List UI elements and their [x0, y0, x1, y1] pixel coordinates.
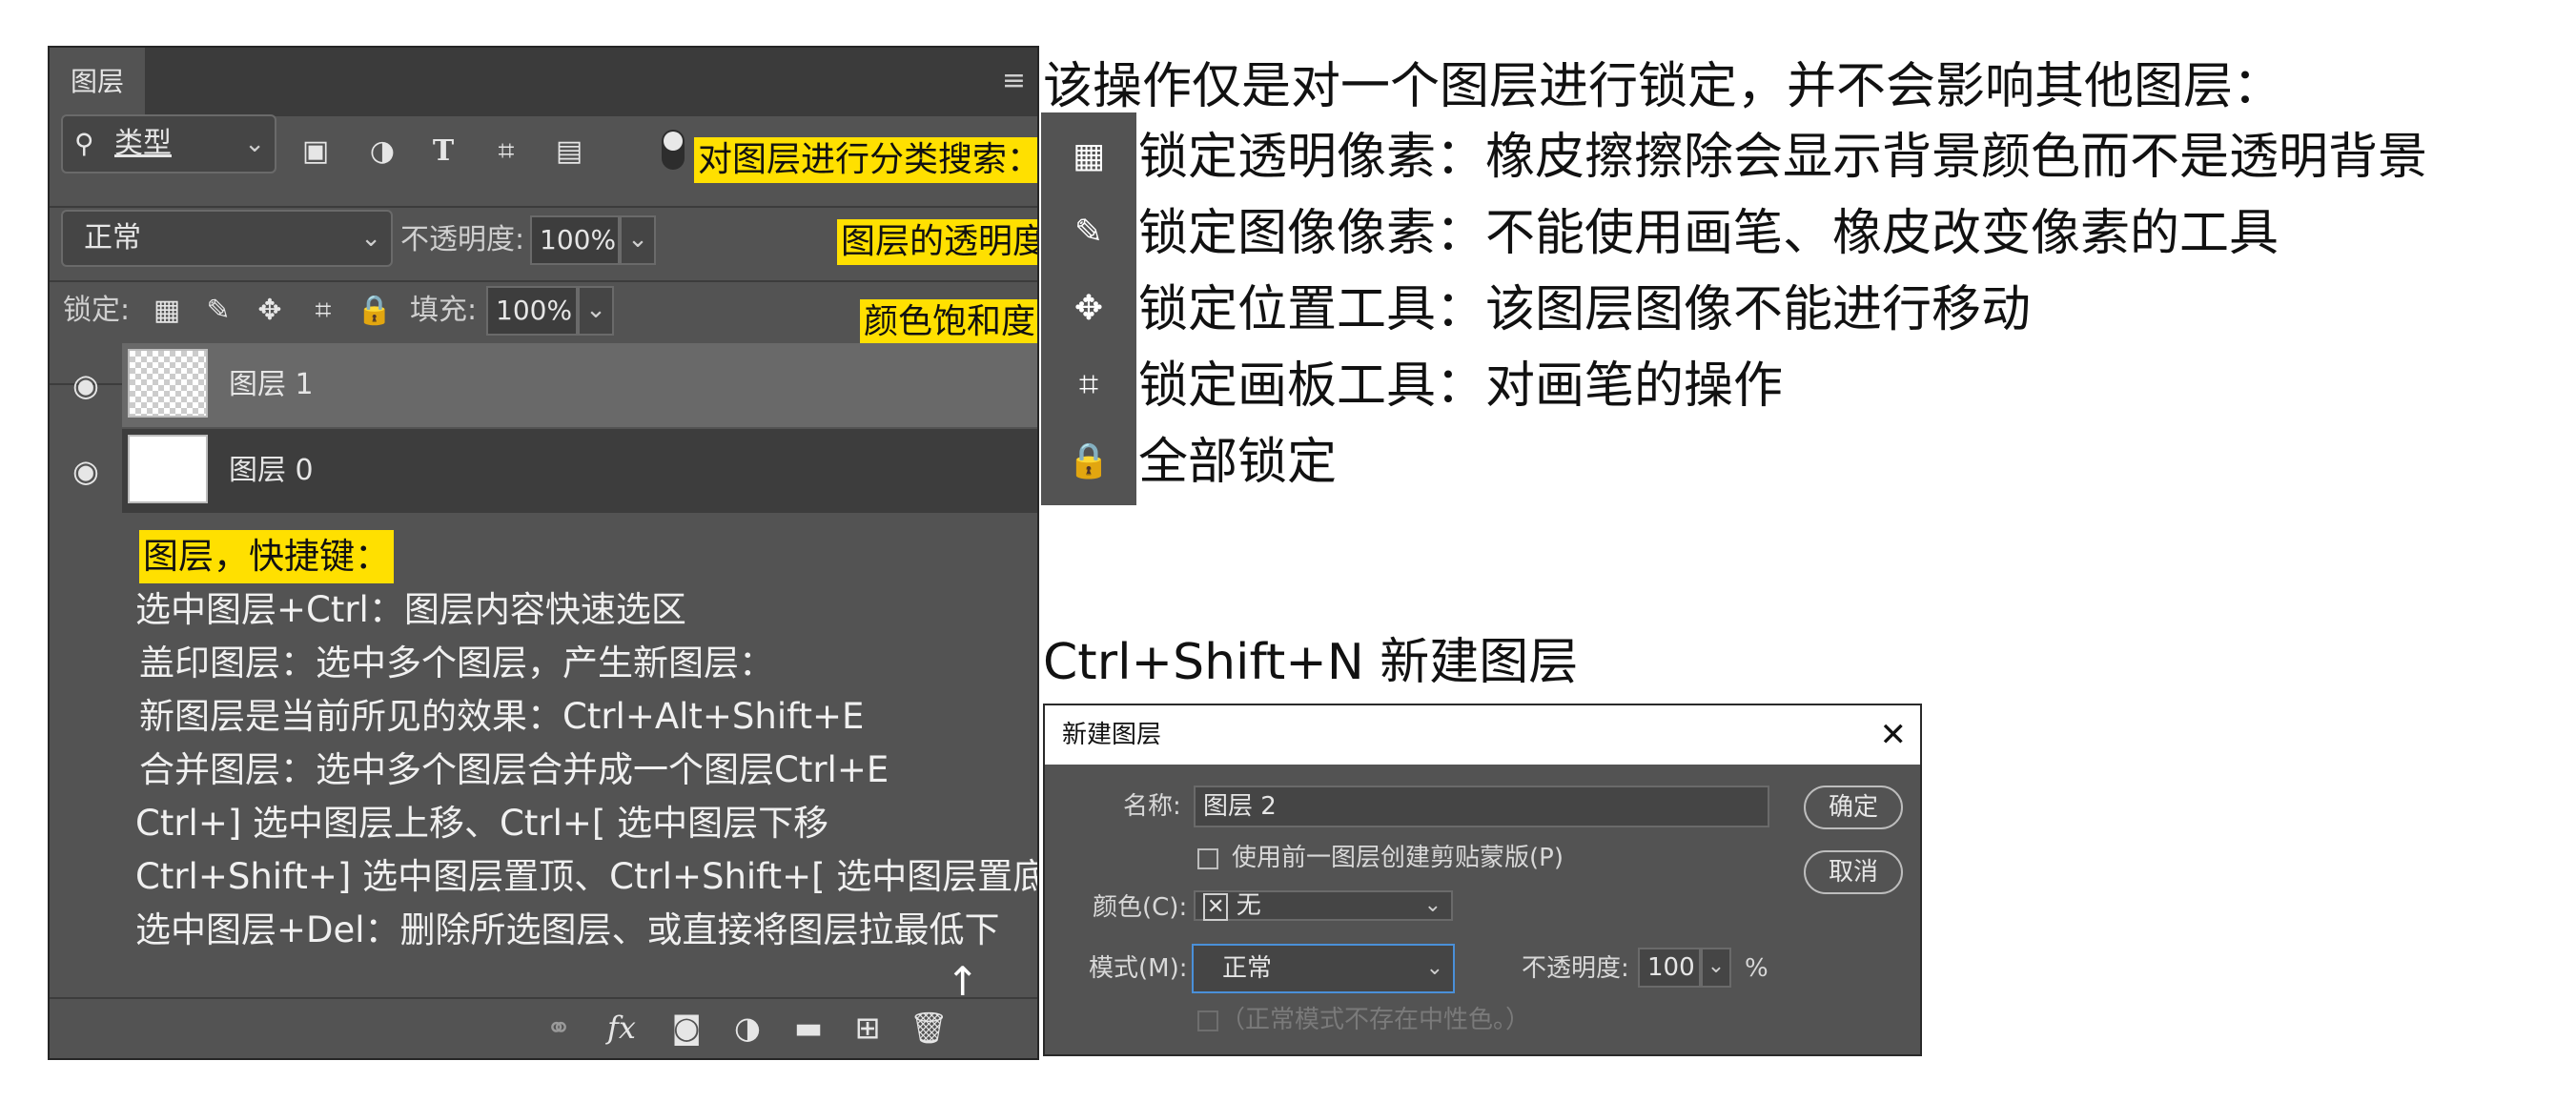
kind-filter-dropdown[interactable]: ⚲ 类型 ⌄	[61, 114, 276, 173]
dialog-opacity-input[interactable]: 100	[1638, 948, 1701, 988]
fill-input[interactable]: 100%	[486, 286, 578, 336]
clipping-mask-checkbox[interactable]	[1197, 848, 1218, 869]
close-icon[interactable]: ✕	[1880, 705, 1908, 765]
mode-dropdown[interactable]: 正常 ⌄	[1192, 944, 1455, 993]
layer-name: 图层 1	[229, 368, 314, 401]
panel-bottom-bar: ⚭ fx ◙ ◑ ▬ ⊞ 🗑	[50, 997, 1037, 1058]
note-line: 选中图层+Del：删除所选图层、或直接将图层拉最低下	[135, 909, 1000, 950]
adjustment-filter-icon[interactable]: ◑	[366, 135, 399, 168]
lock-description: 锁定图像像素：不能使用画笔、橡皮改变像素的工具	[1138, 205, 2280, 262]
trash-icon[interactable]: 🗑	[910, 1009, 949, 1047]
eye-icon[interactable]: ◉	[50, 343, 122, 427]
lock-icon: 🔒	[1067, 441, 1111, 480]
fill-callout: 颜色饱和度	[860, 299, 1037, 345]
cancel-button[interactable]: 取消	[1804, 850, 1903, 894]
dialog-title: 新建图层	[1062, 721, 1162, 749]
opacity-dropdown-button[interactable]: ⌄	[620, 215, 656, 265]
filter-toggle-switch[interactable]	[662, 130, 685, 170]
lock-all-icon[interactable]: 🔒	[357, 292, 393, 330]
chevron-down-icon: ⌄	[1423, 893, 1441, 917]
mode-label: 模式(M):	[1089, 954, 1188, 983]
note-line: Ctrl+] 选中图层上移、Ctrl+[ 选中图层下移	[135, 803, 829, 844]
new-layer-dialog: 新建图层 ✕ 名称: 图层 2 使用前一图层创建剪贴蒙版(P) 颜色(C): ✕…	[1043, 704, 1922, 1056]
fx-icon[interactable]: fx	[603, 1009, 641, 1047]
smart-object-filter-icon[interactable]: ▤	[553, 135, 585, 168]
lock-description: 锁定画板工具：对画笔的操作	[1138, 357, 1784, 415]
lock-description: 锁定透明像素：橡皮擦擦除会显示背景颜色而不是透明背景	[1138, 129, 2428, 186]
chevron-down-icon: ⌄	[1425, 956, 1443, 980]
search-icon: ⚲	[74, 128, 94, 159]
new-layer-shortcut: Ctrl+Shift+N 新建图层	[1043, 634, 1579, 691]
lock-icon-strip: ▦ ✎ ✥ ⌗ 🔒	[1041, 112, 1136, 505]
kind-filter-callout: 对图层进行分类搜索：	[694, 137, 1037, 183]
note-line: 合并图层：选中多个图层合并成一个图层Ctrl+E	[139, 749, 889, 790]
color-value: 无	[1236, 891, 1261, 920]
neutral-color-label: （正常模式不存在中性色。）	[1220, 1006, 1531, 1034]
ok-button[interactable]: 确定	[1804, 786, 1903, 829]
lock-description: 锁定位置工具：该图层图像不能进行移动	[1138, 281, 2032, 338]
lock-artboard-icon[interactable]: ⌗	[305, 292, 341, 330]
pixel-filter-icon[interactable]: ▣	[299, 135, 332, 168]
lock-description: 全部锁定	[1138, 434, 1338, 491]
checkerboard-icon: ▦	[1072, 136, 1105, 175]
new-layer-icon[interactable]: ⊞	[848, 1009, 887, 1047]
blend-mode-dropdown[interactable]: 正常 ⌄	[61, 210, 393, 267]
link-layers-icon[interactable]: ⚭	[540, 1009, 578, 1047]
artboard-icon: ⌗	[1078, 365, 1099, 404]
layers-panel: 图层 ≡ ⚲ 类型 ⌄ ▣ ◑ T ⌗ ▤ 对图层进行分类搜索： 正常 ⌄ 不透…	[48, 46, 1039, 1060]
panel-menu-icon[interactable]: ≡	[1002, 65, 1026, 97]
add-mask-icon[interactable]: ◙	[667, 1009, 705, 1047]
lock-position-icon[interactable]: ✥	[252, 292, 288, 330]
brush-icon: ✎	[1073, 213, 1104, 252]
chevron-down-icon: ⌄	[360, 224, 381, 253]
type-filter-icon[interactable]: T	[427, 135, 460, 168]
lock-info-heading: 该操作仅是对一个图层进行锁定，并不会影响其他图层：	[1043, 58, 2283, 115]
color-label: 颜色(C):	[1093, 893, 1188, 922]
name-label: 名称:	[1123, 792, 1181, 821]
kind-filter-label: 类型	[114, 127, 172, 160]
fill-dropdown-button[interactable]: ⌄	[578, 286, 614, 336]
no-color-icon: ✕	[1203, 893, 1229, 921]
layer-row[interactable]: ◉ 图层 0	[72, 429, 1037, 513]
note-line: 选中图层+Ctrl：图层内容快速选区	[135, 589, 686, 630]
layer-row[interactable]: ◉ 图层 1	[72, 343, 1037, 427]
adjustment-layer-icon[interactable]: ◑	[728, 1009, 767, 1047]
mode-value: 正常	[1222, 954, 1273, 983]
layer-name: 图层 0	[229, 454, 314, 487]
lock-label: 锁定:	[63, 294, 131, 327]
dialog-opacity-label: 不透明度:	[1522, 954, 1629, 983]
tab-layers[interactable]: 图层	[50, 48, 145, 116]
layer-thumbnail	[128, 349, 208, 418]
shortcut-notes: 图层，快捷键： 选中图层+Ctrl：图层内容快速选区 盖印图层：选中多个图层，产…	[135, 530, 1039, 957]
lock-image-pixels-icon[interactable]: ✎	[200, 292, 236, 330]
opacity-callout: 图层的透明度	[837, 219, 1037, 265]
notes-title: 图层，快捷键：	[139, 530, 394, 583]
opacity-input[interactable]: 100%	[530, 215, 620, 265]
lock-transparent-pixels-icon[interactable]: ▦	[149, 292, 185, 330]
neutral-color-checkbox[interactable]	[1197, 1010, 1218, 1031]
percent-label: %	[1745, 954, 1768, 983]
layer-thumbnail	[128, 435, 208, 503]
fill-label: 填充:	[410, 294, 478, 327]
opacity-label: 不透明度:	[400, 223, 525, 256]
move-icon: ✥	[1073, 289, 1104, 328]
group-folder-icon[interactable]: ▬	[789, 1009, 828, 1047]
note-line: Ctrl+Shift+] 选中图层置顶、Ctrl+Shift+[ 选中图层置底	[135, 856, 1039, 897]
chevron-down-icon: ⌄	[244, 130, 265, 158]
color-dropdown[interactable]: ✕ 无 ⌄	[1194, 890, 1453, 921]
panel-tab-bar: 图层 ≡	[50, 48, 1037, 116]
note-line: 新图层是当前所见的效果：Ctrl+Alt+Shift+E	[139, 696, 865, 737]
dialog-title-bar: 新建图层 ✕	[1045, 705, 1920, 765]
dialog-opacity-dropdown[interactable]: ⌄	[1701, 948, 1731, 988]
note-line: 盖印图层：选中多个图层，产生新图层：	[139, 643, 774, 684]
clipping-mask-label: 使用前一图层创建剪贴蒙版(P)	[1232, 844, 1564, 872]
shape-filter-icon[interactable]: ⌗	[490, 135, 522, 168]
blend-mode-value: 正常	[84, 221, 141, 255]
eye-icon[interactable]: ◉	[50, 429, 122, 513]
layer-name-input[interactable]: 图层 2	[1194, 786, 1769, 827]
